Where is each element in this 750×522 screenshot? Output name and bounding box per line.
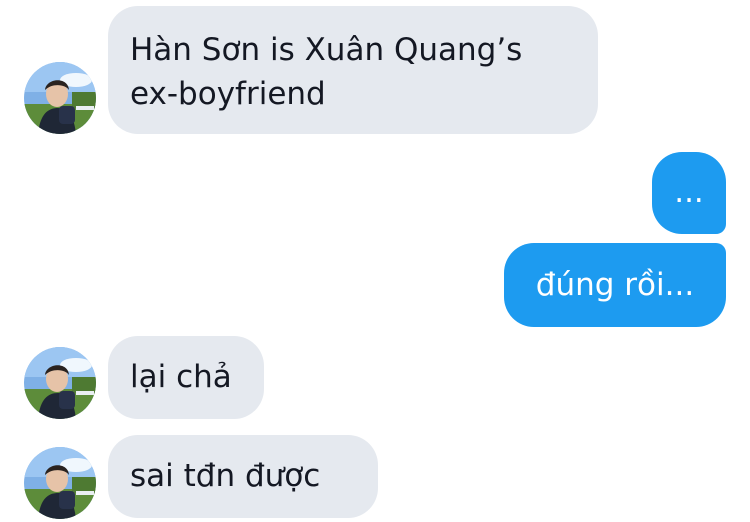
message-text: sai tđn được (130, 458, 321, 494)
contact-avatar[interactable] (24, 62, 96, 134)
message-text: lại chả (130, 359, 232, 395)
message-bubble-incoming[interactable]: Hàn Sơn is Xuân Quang’s ex-boyfriend (108, 6, 598, 134)
contact-avatar[interactable] (24, 447, 96, 519)
message-bubble-incoming[interactable]: lại chả (108, 336, 264, 419)
avatar-photo-icon (24, 347, 96, 419)
contact-avatar[interactable] (24, 347, 96, 419)
avatar-photo-icon (24, 447, 96, 519)
message-bubble-incoming[interactable]: sai tđn được (108, 435, 378, 518)
message-text-line: Hàn Sơn is Xuân Quang’s (130, 32, 523, 68)
message-bubble-outgoing[interactable]: ... (652, 152, 726, 234)
message-bubble-outgoing[interactable]: đúng rồi... (504, 243, 726, 327)
message-text: ... (674, 174, 704, 210)
message-text-line: ex-boyfriend (130, 76, 326, 112)
avatar-photo-icon (24, 62, 96, 134)
message-text: đúng rồi... (535, 267, 695, 303)
